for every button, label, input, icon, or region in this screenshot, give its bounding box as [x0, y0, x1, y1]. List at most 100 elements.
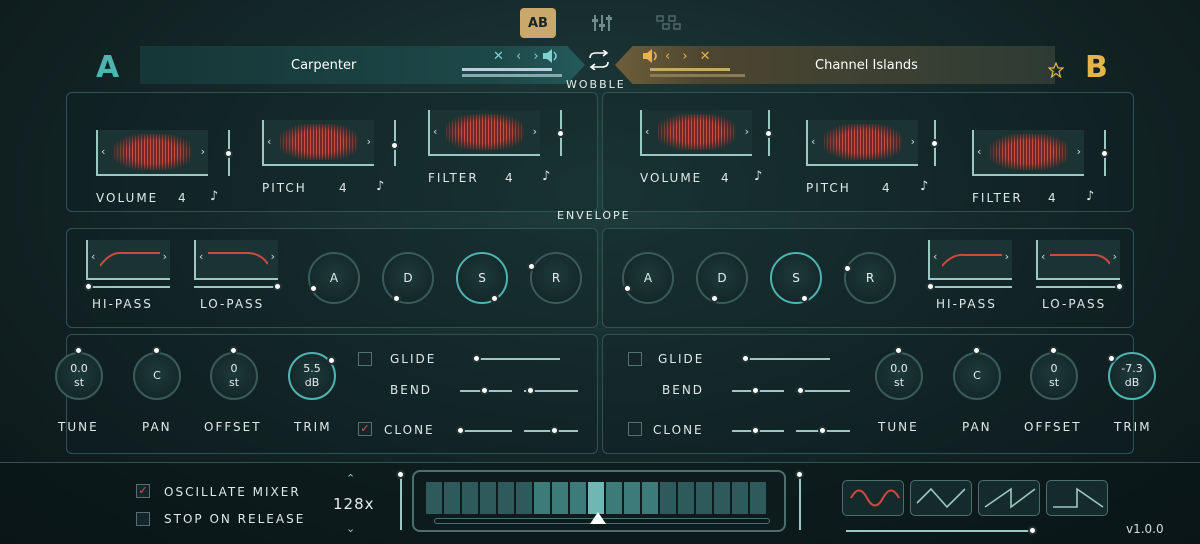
- bend-down-handle-a[interactable]: [480, 386, 489, 395]
- release-handle-a[interactable]: [527, 262, 536, 271]
- tune-knob-b[interactable]: 0.0 st: [875, 352, 923, 400]
- trim-handle-b[interactable]: [1107, 354, 1116, 363]
- clone-checkbox-b[interactable]: [628, 422, 642, 436]
- sync-note-icon[interactable]: ♪: [1086, 189, 1094, 204]
- release-knob-a[interactable]: R: [530, 252, 582, 304]
- volume-wave-b[interactable]: ‹ ›: [640, 110, 752, 156]
- volume-handle-b[interactable]: [764, 129, 773, 138]
- pitch-handle-a[interactable]: [390, 141, 399, 150]
- hipass-slider-b[interactable]: [928, 286, 1012, 288]
- tune-handle-a[interactable]: [74, 346, 83, 355]
- lopass-display-b[interactable]: ‹ ›: [1036, 240, 1120, 280]
- clone-handle-b1[interactable]: [751, 426, 760, 435]
- preset-nav-b[interactable]: ‹ › ✕: [665, 49, 715, 64]
- lopass-slider-b[interactable]: [1036, 286, 1120, 288]
- bend-up-handle-a[interactable]: [526, 386, 535, 395]
- rate-up-icon[interactable]: ⌃: [346, 472, 355, 485]
- release-handle-b[interactable]: [843, 264, 852, 273]
- oscillate-mixer-checkbox[interactable]: ✓: [136, 484, 150, 498]
- hipass-handle-a[interactable]: [84, 282, 93, 291]
- hipass-handle-b[interactable]: [926, 282, 935, 291]
- sine-wave-button[interactable]: [842, 480, 904, 516]
- offset-knob-a[interactable]: 0 st: [210, 352, 258, 400]
- glide-handle-a[interactable]: [472, 354, 481, 363]
- pan-knob-a[interactable]: C: [133, 352, 181, 400]
- sync-note-icon[interactable]: ♪: [210, 189, 218, 204]
- rate-down-icon[interactable]: ⌄: [346, 522, 355, 535]
- glide-checkbox-a[interactable]: [358, 352, 372, 366]
- speaker-icon[interactable]: [541, 48, 561, 64]
- saw-down-wave-button[interactable]: [1046, 480, 1108, 516]
- filter-wave-b[interactable]: ‹ ›: [972, 130, 1084, 176]
- mixer-left-handle[interactable]: [396, 470, 405, 479]
- position-marker-icon[interactable]: [590, 512, 606, 524]
- clone-slider-a1[interactable]: [460, 430, 512, 432]
- clone-handle-b2[interactable]: [818, 426, 827, 435]
- mixer-mode-button[interactable]: [584, 8, 620, 38]
- decay-knob-a[interactable]: D: [382, 252, 434, 304]
- mixer-left-slider[interactable]: [400, 476, 402, 530]
- lopass-slider-a[interactable]: [194, 286, 278, 288]
- offset-handle-b[interactable]: [1049, 346, 1058, 355]
- offset-knob-b[interactable]: 0 st: [1030, 352, 1078, 400]
- hipass-display-b[interactable]: ‹ ›: [928, 240, 1012, 280]
- shape-slider[interactable]: [846, 530, 1032, 532]
- glide-slider-b[interactable]: [746, 358, 830, 360]
- offset-handle-a[interactable]: [229, 346, 238, 355]
- volume-handle-a[interactable]: [224, 149, 233, 158]
- preset-nav-a[interactable]: ✕ ‹ ›: [493, 49, 543, 64]
- clone-checkbox-a[interactable]: ✓: [358, 422, 372, 436]
- saw-up-wave-button[interactable]: [978, 480, 1040, 516]
- lopass-display-a[interactable]: ‹ ›: [194, 240, 278, 280]
- attack-knob-b[interactable]: A: [622, 252, 674, 304]
- attack-knob-a[interactable]: A: [308, 252, 360, 304]
- mixer-right-handle[interactable]: [795, 470, 804, 479]
- volume-wave-a[interactable]: ‹ ›: [96, 130, 208, 176]
- attack-handle-b[interactable]: [623, 284, 632, 293]
- mixer-right-slider[interactable]: [799, 476, 801, 530]
- sustain-handle-a[interactable]: [490, 294, 499, 303]
- release-knob-b[interactable]: R: [844, 252, 896, 304]
- glide-handle-b[interactable]: [741, 354, 750, 363]
- trim-handle-a[interactable]: [327, 356, 336, 365]
- sustain-knob-b[interactable]: S: [770, 252, 822, 304]
- pan-knob-b[interactable]: C: [953, 352, 1001, 400]
- tune-handle-b[interactable]: [894, 346, 903, 355]
- sustain-handle-b[interactable]: [800, 294, 809, 303]
- sustain-knob-a[interactable]: S: [456, 252, 508, 304]
- glide-slider-a[interactable]: [478, 358, 560, 360]
- filter-handle-a[interactable]: [556, 129, 565, 138]
- swap-icon[interactable]: [586, 50, 612, 70]
- decay-handle-b[interactable]: [710, 294, 719, 303]
- sync-note-icon[interactable]: ♪: [542, 169, 550, 184]
- decay-knob-b[interactable]: D: [696, 252, 748, 304]
- bend-down-handle-b[interactable]: [751, 386, 760, 395]
- star-b-icon[interactable]: [1048, 62, 1064, 78]
- pitch-handle-b[interactable]: [930, 139, 939, 148]
- pan-handle-a[interactable]: [152, 346, 161, 355]
- lopass-handle-a[interactable]: [273, 282, 282, 291]
- sync-note-icon[interactable]: ♪: [920, 179, 928, 194]
- triangle-wave-button[interactable]: [910, 480, 972, 516]
- stop-on-release-checkbox[interactable]: [136, 512, 150, 526]
- filter-wave-a[interactable]: ‹ ›: [428, 110, 540, 156]
- lopass-handle-b[interactable]: [1115, 282, 1124, 291]
- hipass-display-a[interactable]: ‹ ›: [86, 240, 170, 280]
- pitch-wave-a[interactable]: ‹ ›: [262, 120, 374, 166]
- sync-note-icon[interactable]: ♪: [376, 179, 384, 194]
- attack-handle-a[interactable]: [309, 284, 318, 293]
- shape-handle[interactable]: [1028, 526, 1037, 535]
- sync-note-icon[interactable]: ♪: [754, 169, 762, 184]
- bend-up-handle-b[interactable]: [796, 386, 805, 395]
- clone-handle-a2[interactable]: [550, 426, 559, 435]
- tune-knob-a[interactable]: 0.0 st: [55, 352, 103, 400]
- grid-mode-button[interactable]: [650, 8, 686, 38]
- decay-handle-a[interactable]: [392, 294, 401, 303]
- ab-mode-button[interactable]: AB: [520, 8, 556, 38]
- filter-handle-b[interactable]: [1100, 149, 1109, 158]
- pan-handle-b[interactable]: [972, 346, 981, 355]
- glide-checkbox-b[interactable]: [628, 352, 642, 366]
- clone-handle-a1[interactable]: [456, 426, 465, 435]
- speaker-b-icon[interactable]: [641, 48, 661, 64]
- pitch-wave-b[interactable]: ‹ ›: [806, 120, 918, 166]
